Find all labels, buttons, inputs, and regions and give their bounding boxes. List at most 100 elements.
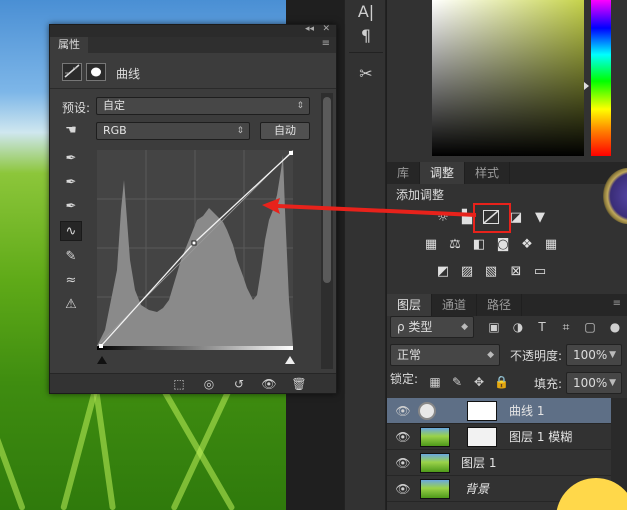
eye-icon[interactable]: 👁 [395, 429, 411, 445]
black-white-icon[interactable]: ◧ [470, 237, 488, 253]
curves-graph[interactable] [97, 150, 303, 350]
posterize-icon[interactable]: ▨ [458, 264, 476, 280]
layer-row[interactable]: 👁 图层 1 [387, 450, 611, 476]
view-previous-icon[interactable]: ◎ [200, 376, 218, 392]
eye-icon[interactable]: 👁 [395, 403, 411, 419]
adjustments-tabbar: 库 调整 样式 [387, 162, 627, 184]
chevron-updown-icon: ⇕ [296, 101, 304, 111]
hue-slider[interactable] [591, 0, 611, 156]
gray-point-eyedropper-icon[interactable]: ✒ [60, 173, 82, 193]
tab-channels[interactable]: 通道 [432, 294, 478, 316]
color-balance-icon[interactable]: ⚖ [446, 237, 464, 253]
layer-name: 图层 1 模糊 [509, 430, 573, 444]
layer-row[interactable]: 👁 曲线 1 [387, 398, 611, 424]
layer-name: 图层 1 [461, 456, 497, 470]
smooth-curve-icon[interactable]: ≈ [60, 271, 82, 291]
layer-thumb [420, 453, 450, 473]
layer-name: 背景 [465, 482, 490, 496]
clipping-warning-icon[interactable]: ⚠ [60, 295, 82, 315]
photo-filter-icon[interactable]: ◙ [494, 237, 512, 253]
fill-field[interactable]: 100% ▼ [566, 372, 622, 394]
character-panel-icon[interactable]: A| [353, 0, 379, 24]
hue-saturation-icon[interactable]: ▦ [422, 237, 440, 253]
black-point-eyedropper-icon[interactable]: ✒ [60, 149, 82, 169]
chevron-down-icon: ◆ [487, 350, 494, 360]
layer-mask-icon[interactable] [86, 63, 106, 81]
white-point-slider[interactable] [285, 356, 295, 364]
input-slider[interactable] [97, 356, 303, 366]
layer-thumb [420, 427, 450, 447]
tab-layers[interactable]: 图层 [387, 294, 433, 316]
tab-properties[interactable]: 属性 [50, 37, 88, 53]
opacity-value: 100% [573, 348, 608, 362]
threshold-icon[interactable]: ▧ [482, 264, 500, 280]
black-point-slider[interactable] [97, 356, 107, 364]
scrollbar-thumb[interactable] [323, 97, 331, 283]
selective-color-icon[interactable]: ⊠ [507, 264, 525, 280]
filter-smart-object-icon[interactable]: ▢ [582, 319, 598, 335]
chevron-down-icon: ▼ [609, 350, 616, 360]
filter-pixel-icon[interactable]: ▣ [486, 319, 502, 335]
panel-title-strip[interactable]: ◂◂ ✕ [50, 24, 336, 37]
invert-icon[interactable]: ◩ [434, 264, 452, 280]
paragraph-panel-icon[interactable]: ¶ [353, 24, 379, 48]
panel-menu-icon[interactable]: ≡ [322, 38, 330, 49]
color-lookup-icon[interactable]: ▦ [542, 237, 560, 253]
reset-icon[interactable]: ↺ [230, 376, 248, 392]
chevron-updown-icon: ⇕ [236, 126, 244, 136]
pencil-draw-icon[interactable]: ✎ [60, 247, 82, 267]
vibrance-icon[interactable]: ▼ [531, 210, 549, 226]
tab-paths[interactable]: 路径 [477, 294, 523, 316]
preset-select[interactable]: 自定 ⇕ [96, 97, 310, 115]
tab-styles[interactable]: 样式 [465, 162, 511, 184]
curves-adjustment-icon[interactable] [62, 63, 82, 81]
channel-mixer-icon[interactable]: ❖ [518, 237, 536, 253]
filter-type-icon[interactable]: T [534, 319, 550, 335]
layer-filter-select[interactable]: ρ 类型 ◆ [390, 316, 474, 338]
auto-button[interactable]: 自动 [260, 122, 310, 140]
delete-icon[interactable]: 🗑 [290, 376, 308, 392]
clip-to-layer-icon[interactable]: ⬚ [170, 376, 188, 392]
curve-point-mid [191, 240, 197, 246]
curve-point-black [99, 344, 103, 348]
eye-icon[interactable]: 👁 [395, 455, 411, 471]
gradient-map-icon[interactable]: ▭ [531, 264, 549, 280]
color-picker-field[interactable] [432, 0, 584, 156]
adjustment-thumb-icon [418, 402, 436, 420]
panel-icon-strip: A| ¶ ✂ [344, 0, 386, 510]
lock-position-icon[interactable]: ✥ [472, 375, 486, 389]
layer-row[interactable]: 👁 图层 1 模糊 [387, 424, 611, 450]
annotation-arrow [262, 198, 476, 217]
white-point-eyedropper-icon[interactable]: ✒ [60, 197, 82, 217]
tab-adjustments[interactable]: 调整 [420, 162, 466, 184]
opacity-field[interactable]: 100% ▼ [566, 344, 622, 366]
lock-all-icon[interactable]: 🔒 [494, 375, 509, 389]
tab-library[interactable]: 库 [387, 162, 421, 184]
channel-select[interactable]: RGB ⇕ [96, 122, 250, 140]
curve-point-tool-icon[interactable]: ∿ [60, 221, 82, 241]
collapse-icon[interactable]: ◂◂ [305, 24, 314, 34]
filter-shape-icon[interactable]: ⌗ [558, 319, 574, 335]
close-icon[interactable]: ✕ [322, 24, 330, 34]
opacity-label: 不透明度: [510, 349, 563, 363]
layers-tabbar: 图层 通道 路径 ≡ [387, 294, 627, 316]
input-gradient-bar [97, 346, 293, 350]
strip-divider [349, 52, 383, 53]
lock-image-icon[interactable]: ✎ [450, 375, 464, 389]
eye-icon[interactable]: 👁 [395, 481, 411, 497]
preset-value: 自定 [103, 99, 125, 112]
panel-menu-icon[interactable]: ≡ [613, 298, 621, 309]
blend-mode-select[interactable]: 正常 ◆ [390, 344, 500, 366]
tool-presets-icon[interactable]: ✂ [353, 62, 379, 86]
hue-slider-handle[interactable] [584, 82, 589, 90]
filter-toggle-icon[interactable]: ● [607, 319, 623, 335]
properties-scrollbar[interactable] [321, 93, 333, 369]
target-adjust-hand-icon[interactable]: ☚ [60, 121, 82, 141]
adjustment-title: 曲线 [116, 67, 141, 81]
preset-label: 预设: [62, 101, 91, 115]
lock-transparent-icon[interactable]: ▦ [428, 375, 442, 389]
layer-mask-thumb [467, 427, 497, 447]
visibility-eye-icon[interactable]: 👁 [260, 376, 278, 392]
filter-adjustment-icon[interactable]: ◑ [510, 319, 526, 335]
fill-value: 100% [573, 376, 608, 390]
